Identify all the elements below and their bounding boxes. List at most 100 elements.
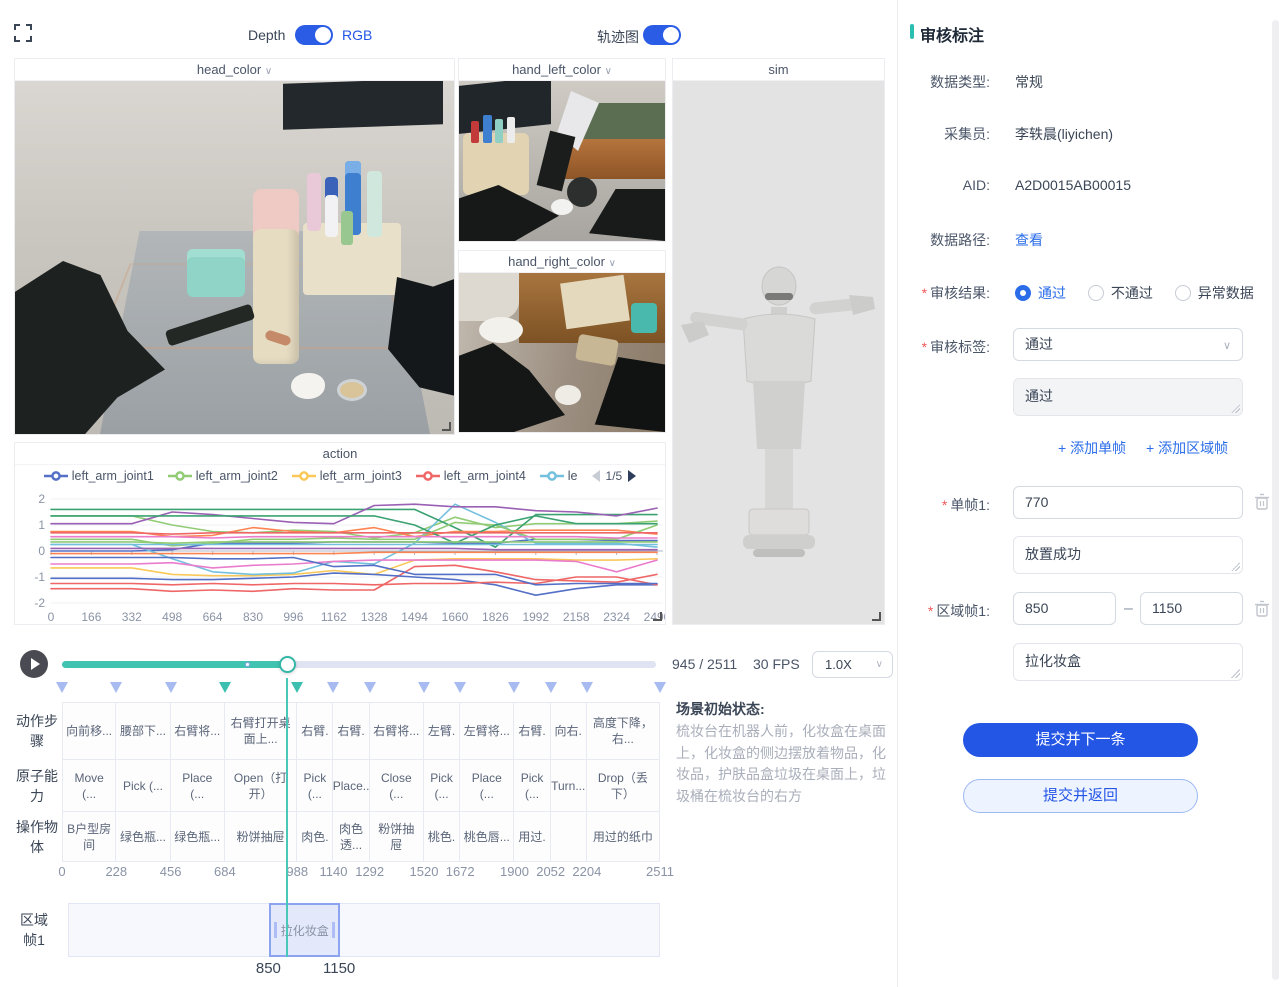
region-track-bar[interactable]: 拉化妆盒 (68, 903, 660, 957)
region-start-input[interactable]: 850 (1013, 592, 1116, 625)
table-cell[interactable]: Move (... (62, 760, 116, 812)
data-path-link[interactable]: 查看 (1015, 230, 1043, 250)
table-cell[interactable]: 右臂将... (171, 702, 225, 760)
legend-next-icon[interactable] (628, 470, 636, 482)
table-cell[interactable]: 右臂. (514, 702, 550, 760)
radio-pass[interactable]: 通过 (1015, 285, 1066, 301)
single-frame-note[interactable]: 放置成功 (1013, 536, 1243, 574)
table-cell[interactable]: B户型房间 (62, 812, 116, 862)
hand-left-camera-title[interactable]: hand_left_color ∨ (459, 59, 665, 81)
keyframe-marker-icon[interactable] (654, 682, 666, 693)
single-frame-input[interactable]: 770 (1013, 486, 1243, 519)
submit-next-button[interactable]: 提交并下一条 (963, 723, 1198, 757)
table-cell[interactable]: 腰部下... (116, 702, 170, 760)
table-cell[interactable]: Place.. (333, 760, 369, 812)
play-button[interactable] (20, 650, 48, 678)
table-cell[interactable]: Pick (... (297, 760, 333, 812)
radio-icon[interactable] (1175, 285, 1191, 301)
legend-item[interactable]: le (540, 469, 578, 483)
resize-corner-icon[interactable] (872, 612, 881, 621)
legend-item[interactable]: left_arm_joint4 (416, 469, 526, 483)
keyframe-marker-icon[interactable] (508, 682, 520, 693)
tube-pink (307, 173, 321, 231)
radio-abnormal[interactable]: 异常数据 (1175, 285, 1254, 301)
hand-right-camera-title[interactable]: hand_right_color ∨ (459, 251, 665, 273)
table-cell[interactable]: 高度下降，右... (587, 702, 660, 760)
radio-fail[interactable]: 不通过 (1088, 285, 1153, 301)
playback-slider[interactable] (62, 661, 656, 668)
table-cell[interactable]: Pick (... (424, 760, 460, 812)
radio-icon[interactable] (1088, 285, 1104, 301)
legend-item[interactable]: left_arm_joint2 (168, 469, 278, 483)
add-single-frame-link[interactable]: + 添加单帧 (1058, 438, 1126, 458)
sim-viewport[interactable] (673, 81, 884, 624)
region-segment[interactable]: 拉化妆盒 (269, 903, 340, 957)
submit-return-button[interactable]: 提交并返回 (963, 779, 1198, 813)
review-tag-note[interactable]: 通过 (1013, 378, 1243, 416)
drag-handle-left[interactable] (274, 922, 277, 938)
table-cell[interactable]: 桃色唇... (460, 812, 514, 862)
resize-handle-icon[interactable] (1231, 404, 1240, 413)
resize-corner-icon[interactable] (442, 422, 451, 431)
action-line-chart[interactable]: 210-1-2016633249866483099611621328149416… (15, 489, 665, 627)
radio-selected-icon[interactable] (1015, 285, 1031, 301)
table-cell[interactable]: Turn... (551, 760, 587, 812)
table-cell[interactable]: Close (... (370, 760, 424, 812)
add-region-frame-link[interactable]: + 添加区域帧 (1146, 438, 1228, 458)
drag-handle-right[interactable] (332, 922, 335, 938)
keyframe-marker-icon[interactable] (327, 682, 339, 693)
table-cell[interactable]: Place (... (460, 760, 514, 812)
legend-prev-icon[interactable] (592, 470, 600, 482)
table-cell[interactable]: Pick (... (514, 760, 550, 812)
table-cell[interactable]: 绿色瓶... (171, 812, 225, 862)
region-frame-note[interactable]: 拉化妆盒 (1013, 643, 1243, 681)
table-cell[interactable]: 桃色. (424, 812, 460, 862)
table-cell[interactable]: 肉色透... (333, 812, 369, 862)
table-cell[interactable]: 右臂将... (370, 702, 424, 760)
table-cell[interactable]: 粉饼抽屉 (370, 812, 424, 862)
fullscreen-icon[interactable] (14, 24, 32, 42)
legend-item[interactable]: left_arm_joint1 (44, 469, 154, 483)
table-cell[interactable]: 右臂. (333, 702, 369, 760)
keyframe-marker-icon[interactable] (56, 682, 68, 693)
table-cell[interactable]: 向右. (551, 702, 587, 760)
legend-item[interactable]: left_arm_joint3 (292, 469, 402, 483)
keyframe-marker-icon[interactable] (581, 682, 593, 693)
keyframe-marker-icon[interactable] (110, 682, 122, 693)
table-cell[interactable]: Pick (... (116, 760, 170, 812)
table-cell[interactable]: 左臂. (424, 702, 460, 760)
keyframe-marker-icon[interactable] (291, 682, 303, 693)
table-cell[interactable] (551, 812, 587, 862)
timeline-axis-label: 1292 (355, 864, 384, 879)
delete-region-frame-icon[interactable] (1254, 600, 1270, 618)
resize-handle-icon[interactable] (1231, 669, 1240, 678)
table-cell[interactable]: Drop（丢下） (587, 760, 660, 812)
review-tag-select[interactable]: 通过∨ (1013, 328, 1243, 361)
table-cell[interactable]: 用过. (514, 812, 550, 862)
table-cell[interactable]: 用过的纸巾 (587, 812, 660, 862)
keyframe-marker-icon[interactable] (545, 682, 557, 693)
table-cell[interactable]: 绿色瓶... (116, 812, 170, 862)
head-camera-title[interactable]: head_color ∨ (15, 59, 454, 81)
table-cell[interactable]: 肉色. (297, 812, 333, 862)
single-frame-dot[interactable] (245, 662, 250, 667)
trajectory-toggle[interactable] (643, 25, 681, 45)
keyframe-marker-icon[interactable] (364, 682, 376, 693)
depth-rgb-toggle[interactable] (295, 25, 333, 45)
speed-select[interactable]: 1.0X∨ (812, 651, 893, 678)
table-cell[interactable]: 向前移... (62, 702, 116, 760)
slider-knob[interactable] (279, 656, 296, 673)
table-cell[interactable]: 左臂将... (460, 702, 514, 760)
table-cell[interactable]: 右臂. (297, 702, 333, 760)
keyframe-marker-icon[interactable] (165, 682, 177, 693)
resize-handle-icon[interactable] (1231, 562, 1240, 571)
table-cell[interactable]: Place (... (171, 760, 225, 812)
keyframe-marker-icon[interactable] (418, 682, 430, 693)
panel-scrollbar[interactable] (1272, 20, 1279, 980)
resize-corner-icon[interactable] (653, 612, 662, 621)
keyframe-marker-icon[interactable] (454, 682, 466, 693)
keyframe-marker-icon[interactable] (219, 682, 231, 693)
playhead-line[interactable] (286, 678, 288, 957)
region-end-input[interactable]: 1150 (1140, 592, 1243, 625)
delete-single-frame-icon[interactable] (1254, 493, 1270, 511)
